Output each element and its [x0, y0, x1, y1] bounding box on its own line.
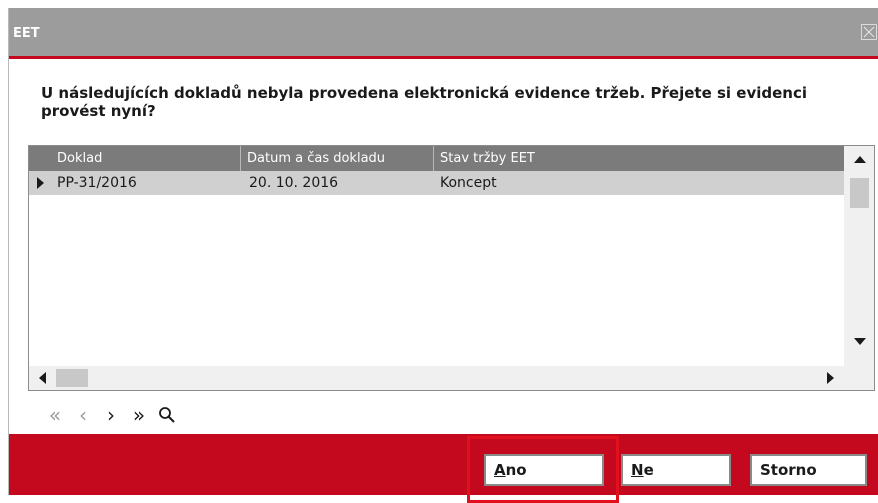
last-record-icon[interactable]: »	[125, 402, 153, 428]
scroll-up-icon[interactable]	[854, 156, 866, 163]
scrollbar-corner	[844, 366, 874, 390]
cell-stav: Koncept	[440, 175, 497, 191]
cell-doklad: PP-31/2016	[57, 175, 137, 191]
prompt-message: U následujících dokladů nebyla provedena…	[41, 84, 807, 120]
eet-dialog: EET U následujících dokladů nebyla prove…	[8, 8, 878, 503]
no-label-rest: e	[643, 461, 654, 479]
vertical-scrollbar[interactable]	[844, 146, 874, 366]
record-navigator: « ‹ › »	[41, 402, 181, 428]
close-button[interactable]	[861, 24, 877, 40]
scroll-down-icon[interactable]	[854, 338, 866, 345]
table-row[interactable]: PP-31/2016 20. 10. 2016 Koncept	[29, 171, 844, 195]
close-icon	[863, 26, 875, 38]
first-record-icon[interactable]: «	[41, 402, 69, 428]
vertical-scroll-thumb[interactable]	[850, 178, 869, 208]
scroll-right-icon[interactable]	[827, 372, 834, 384]
title-bar: EET	[9, 8, 878, 56]
button-bar: Ano Ne Storno	[9, 434, 878, 503]
column-header-stav[interactable]: Stav tržby EET	[434, 146, 844, 171]
next-record-icon[interactable]: ›	[97, 402, 125, 428]
cell-datum: 20. 10. 2016	[249, 175, 339, 191]
yes-button[interactable]: Ano	[484, 454, 604, 486]
scroll-left-icon[interactable]	[39, 372, 46, 384]
horizontal-scroll-thumb[interactable]	[56, 369, 88, 387]
column-header-datum[interactable]: Datum a čas dokladu	[241, 146, 434, 171]
search-icon[interactable]	[153, 402, 181, 428]
column-header-doklad[interactable]: Doklad	[29, 146, 241, 171]
cancel-button[interactable]: Storno	[750, 454, 867, 486]
yes-accelerator: A	[494, 461, 506, 479]
title-accent-line	[9, 56, 878, 59]
table-header: Doklad Datum a čas dokladu Stav tržby EE…	[29, 146, 844, 171]
no-accelerator: N	[631, 461, 644, 479]
horizontal-scrollbar[interactable]	[29, 366, 844, 390]
yes-label-rest: no	[505, 461, 527, 479]
window-title: EET	[13, 26, 40, 41]
current-row-indicator-icon	[37, 177, 44, 189]
documents-table[interactable]: Doklad Datum a čas dokladu Stav tržby EE…	[28, 145, 875, 391]
previous-record-icon[interactable]: ‹	[69, 402, 97, 428]
no-button[interactable]: Ne	[621, 454, 731, 486]
